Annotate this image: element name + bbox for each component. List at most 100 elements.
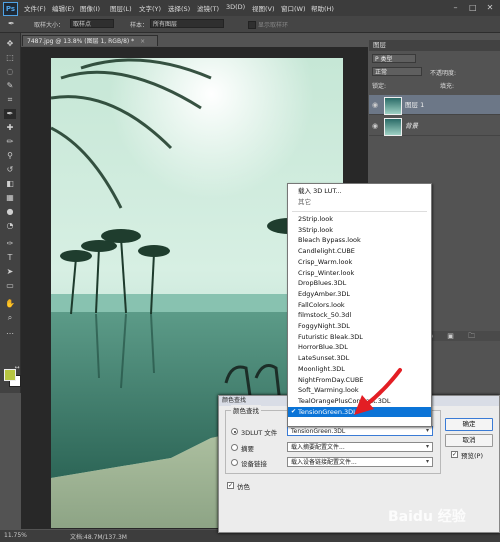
lut-file-value: TensionGreen.3DL — [291, 428, 346, 435]
lut-radio[interactable] — [231, 428, 238, 435]
close-button[interactable]: ✕ — [484, 2, 496, 13]
layer-row[interactable]: ◉ 背景 — [369, 116, 500, 136]
document-title: 7487.jpg @ 13.8% (图层 1, RGB/8) * — [27, 38, 135, 45]
device-link-select[interactable]: 载入设备链接配置文件... ▾ — [287, 457, 433, 467]
crop-tool-icon[interactable]: ⌗ — [4, 95, 16, 105]
cancel-button[interactable]: 取消 — [445, 434, 493, 447]
chevron-down-icon: ▾ — [425, 427, 429, 434]
lut-item[interactable]: Crisp_Winter.look — [288, 268, 431, 279]
window-controls: – □ ✕ — [447, 2, 496, 13]
sample-size-label: 取样大小： — [34, 22, 65, 29]
device-link-value: 载入设备链接配置文件... — [291, 459, 357, 466]
sample-size-select[interactable]: 取样点 — [70, 19, 114, 28]
preview-label: 预览(P) — [461, 452, 483, 460]
document-size-readout: 文档:48.7M/137.3M — [70, 534, 127, 541]
menu-layer[interactable]: 图层(L) — [110, 3, 132, 13]
lut-item[interactable]: EdgyAmber.3DL — [288, 289, 431, 300]
arrow-shaft — [364, 368, 402, 407]
maximize-button[interactable]: □ — [467, 2, 479, 13]
blur-tool-icon[interactable]: ● — [4, 207, 16, 217]
hand-tool-icon[interactable]: ✋ — [4, 299, 16, 309]
tool-bar: ✥ ⬚ ◌ ✎ ⌗ ✒ ✚ ✏ ⚲ ↺ ◧ ▦ ● ◔ ✑ T ➤ ▭ ✋ ⌕ … — [0, 33, 21, 393]
separator — [292, 211, 427, 212]
abstract-value: 载入摘要配置文件... — [291, 444, 345, 451]
brush-tool-icon[interactable]: ✏ — [4, 137, 16, 147]
more-tools-icon[interactable]: ⋯ — [4, 329, 16, 339]
lut-item[interactable]: 3Strip.look — [288, 225, 431, 236]
layer-row[interactable]: ◉ 图层 1 — [369, 95, 500, 115]
layer-name: 背景 — [405, 122, 418, 130]
zoom-readout: 11.75% — [4, 532, 27, 539]
eye-icon[interactable]: ◉ — [372, 95, 378, 115]
dodge-tool-icon[interactable]: ◔ — [4, 221, 16, 231]
gradient-tool-icon[interactable]: ▦ — [4, 193, 16, 203]
lut-item[interactable]: 2Strip.look — [288, 214, 431, 225]
document-tab[interactable]: 7487.jpg @ 13.8% (图层 1, RGB/8) * × — [22, 35, 158, 46]
layers-panel-tab[interactable]: 图层 — [369, 40, 500, 51]
menu-filter[interactable]: 滤镜(T) — [197, 3, 219, 13]
fill-label: 填充: — [440, 83, 455, 90]
lasso-tool-icon[interactable]: ◌ — [4, 67, 16, 77]
lut-item[interactable]: LateSunset.3DL — [288, 353, 431, 364]
menu-window[interactable]: 窗口(W) — [281, 3, 306, 13]
lut-file-select[interactable]: TensionGreen.3DL ▾ — [287, 426, 433, 436]
stamp-tool-icon[interactable]: ⚲ — [4, 151, 16, 161]
type-tool-icon[interactable]: T — [4, 253, 16, 263]
layer-name: 图层 1 — [405, 101, 425, 109]
preview-checkbox[interactable]: ✓ — [451, 451, 458, 458]
lut-item[interactable]: Candlelight.CUBE — [288, 246, 431, 257]
device-link-radio[interactable] — [231, 459, 238, 466]
lut-item[interactable]: HorrorBlue.3DL — [288, 342, 431, 353]
pen-tool-icon[interactable]: ✑ — [4, 239, 16, 249]
menu-image[interactable]: 图像(I) — [80, 3, 100, 13]
blend-mode-select[interactable]: 正常 — [372, 67, 422, 76]
menu-file[interactable]: 文件(F) — [24, 3, 46, 13]
menu-select[interactable]: 选择(S) — [168, 3, 190, 13]
lut-label: 3DLUT 文件 — [241, 429, 278, 437]
ok-button[interactable]: 确定 — [445, 418, 493, 431]
sample-select[interactable]: 所有图层 — [150, 19, 224, 28]
menu-type[interactable]: 文字(Y) — [139, 3, 161, 13]
eyedropper-tool-icon[interactable]: ✒ — [4, 109, 16, 119]
healing-tool-icon[interactable]: ✚ — [4, 123, 16, 133]
minimize-button[interactable]: – — [450, 2, 462, 13]
layer-thumbnail — [384, 97, 402, 115]
lut-item[interactable]: Crisp_Warm.look — [288, 257, 431, 268]
lock-label: 锁定: — [372, 83, 387, 90]
tab-close-icon[interactable]: × — [140, 38, 145, 45]
lut-item[interactable]: FoggyNight.3DL — [288, 321, 431, 332]
abstract-radio[interactable] — [231, 444, 238, 451]
path-select-tool-icon[interactable]: ➤ — [4, 267, 16, 277]
lut-item[interactable]: filmstock_50.3dl — [288, 310, 431, 321]
layer-filter-select[interactable]: P 类型 — [372, 54, 416, 63]
abstract-label: 摘要 — [241, 445, 254, 453]
other-item[interactable]: 其它 — [288, 197, 431, 208]
move-tool-icon[interactable]: ✥ — [4, 39, 16, 49]
menu-3d[interactable]: 3D(D) — [226, 3, 245, 11]
menu-view[interactable]: 视图(V) — [252, 3, 275, 13]
history-brush-tool-icon[interactable]: ↺ — [4, 165, 16, 175]
swap-colors-icon[interactable]: ↔ — [14, 363, 20, 373]
marquee-tool-icon[interactable]: ⬚ — [4, 53, 16, 63]
lut-item[interactable]: Futuristic Bleak.3DL — [288, 332, 431, 343]
menu-help[interactable]: 帮助(H) — [311, 3, 334, 13]
menu-bar: Ps 文件(F) 编辑(E) 图像(I) 图层(L) 文字(Y) 选择(S) 滤… — [0, 0, 500, 16]
show-ring-label: 显示取样环 — [258, 22, 289, 29]
abstract-select[interactable]: 载入摘要配置文件... ▾ — [287, 442, 433, 452]
eraser-tool-icon[interactable]: ◧ — [4, 179, 16, 189]
group-label: 颜色查找 — [231, 405, 261, 415]
lut-item[interactable]: FallColors.look — [288, 300, 431, 311]
zoom-tool-icon[interactable]: ⌕ — [4, 313, 16, 323]
quick-select-tool-icon[interactable]: ✎ — [4, 81, 16, 91]
dither-checkbox[interactable]: ✓ — [227, 482, 234, 489]
load-3d-lut-item[interactable]: 载入 3D LUT... — [288, 186, 431, 197]
lut-item[interactable]: Bleach Bypass.look — [288, 235, 431, 246]
eye-icon[interactable]: ◉ — [372, 116, 378, 136]
options-bar: ✒ 取样大小： 取样点 样本： 所有图层 显示取样环 — [0, 16, 500, 33]
shape-tool-icon[interactable]: ▭ — [4, 281, 16, 291]
lut-item[interactable]: DropBlues.3DL — [288, 278, 431, 289]
menu-edit[interactable]: 编辑(E) — [52, 3, 74, 13]
show-ring-checkbox[interactable] — [248, 21, 256, 29]
chevron-down-icon: ▾ — [425, 458, 429, 465]
eyedropper-icon[interactable]: ✒ — [8, 19, 15, 28]
